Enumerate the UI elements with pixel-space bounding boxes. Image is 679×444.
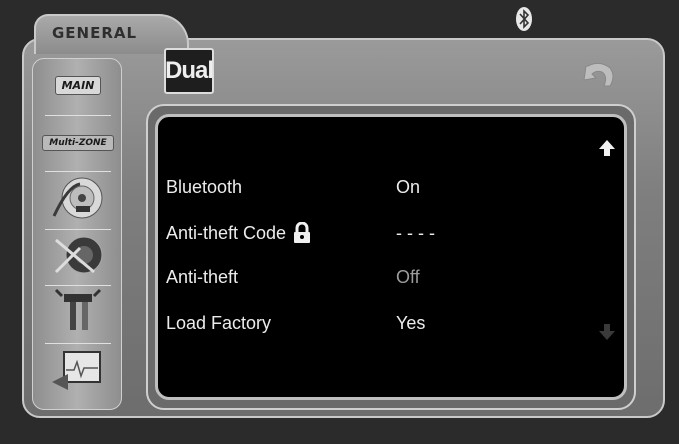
dvd-disc-icon [52,177,103,219]
setting-row-anti-theft[interactable]: Anti-theft Off [166,262,586,292]
setting-value: Off [396,266,420,287]
sidebar-item-general[interactable] [39,347,117,391]
dual-logo: Dual [164,48,214,94]
sidebar-item-multi-zone[interactable]: Multi-ZONE [39,121,117,165]
setting-row-load-factory[interactable]: Load Factory Yes [166,308,586,338]
lock-icon [294,222,311,243]
bluetooth-icon [516,7,532,31]
sidebar: MAIN Multi-ZONE [32,58,122,410]
setting-value: - - - - [396,222,435,243]
setting-label: Anti-theft [166,266,239,287]
divider [45,115,111,116]
sidebar-item-dvd[interactable] [39,177,117,221]
sidebar-item-label: Multi-ZONE [42,135,114,151]
setting-label: Bluetooth [166,176,243,197]
setting-value: Yes [396,312,426,333]
sidebar-item-audio[interactable] [39,233,117,277]
setting-row-bluetooth[interactable]: Bluetooth On [166,172,586,202]
setting-value: On [396,176,421,197]
sidebar-item-setup[interactable] [39,288,117,333]
setting-label: Load Factory [166,312,272,333]
setting-row-anti-theft-code[interactable]: Anti-theft Code - - - - [166,218,586,248]
scroll-down-arrow-icon[interactable] [597,322,617,342]
divider [45,343,111,344]
settings-panel [155,114,627,400]
divider [45,229,111,230]
tools-icon [54,288,102,330]
monitor-icon [52,351,101,390]
divider [45,285,111,286]
scroll-up-arrow-icon[interactable] [597,138,617,158]
sidebar-item-main[interactable]: MAIN [39,63,117,107]
section-title: GENERAL [52,24,138,42]
head-unit-screen: GENERAL MAIN Multi-ZONE Dual Bluetooth O… [0,0,679,444]
divider [45,171,111,172]
sidebar-item-label: MAIN [54,75,102,95]
speaker-icon [54,236,103,274]
setting-label: Anti-theft Code [166,222,287,243]
back-arrow-icon[interactable] [580,56,618,92]
